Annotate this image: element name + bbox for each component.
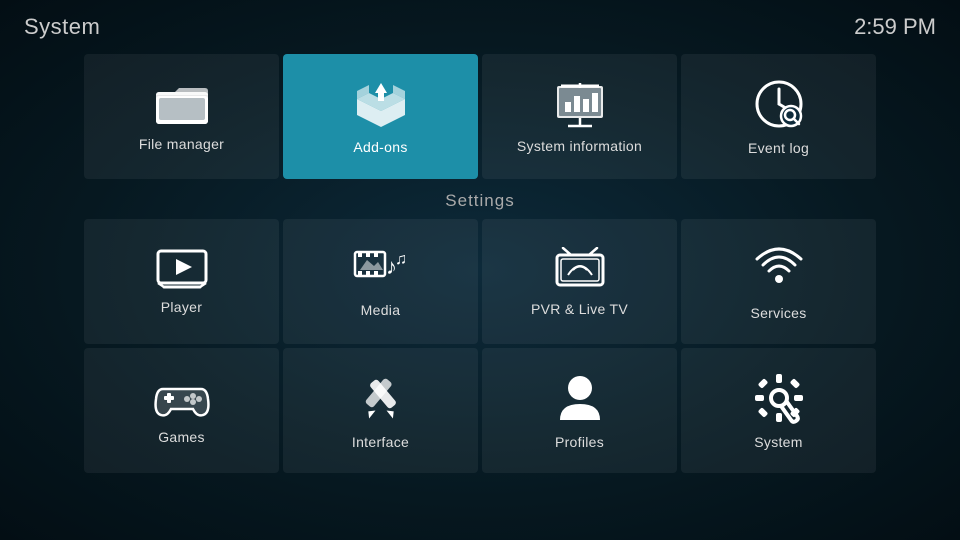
profiles-label: Profiles [555, 434, 604, 450]
event-log-icon [753, 78, 805, 130]
tile-media[interactable]: ♪ ♫ Media [283, 219, 478, 344]
media-icon: ♪ ♫ [353, 246, 409, 292]
player-icon [156, 249, 208, 289]
interface-icon [356, 372, 406, 424]
games-label: Games [158, 429, 205, 445]
system-label: System [754, 434, 802, 450]
tile-file-manager[interactable]: File manager [84, 54, 279, 179]
services-label: Services [750, 305, 806, 321]
event-log-label: Event log [748, 140, 809, 156]
pvr-live-tv-icon [553, 247, 607, 291]
settings-section-label: Settings [0, 191, 960, 211]
tile-event-log[interactable]: Event log [681, 54, 876, 179]
svg-text:♫: ♫ [395, 251, 407, 268]
games-icon [153, 377, 211, 419]
system-information-label: System information [517, 138, 642, 154]
tile-services[interactable]: Services [681, 219, 876, 344]
app-title: System [24, 14, 100, 40]
settings-row-1: Player ♪ ♫ [20, 219, 940, 344]
pvr-live-tv-label: PVR & Live TV [531, 301, 628, 317]
file-manager-label: File manager [139, 136, 224, 152]
system-icon [753, 372, 805, 424]
tile-games[interactable]: Games [84, 348, 279, 473]
tile-profiles[interactable]: Profiles [482, 348, 677, 473]
tile-pvr-live-tv[interactable]: PVR & Live TV [482, 219, 677, 344]
interface-label: Interface [352, 434, 409, 450]
settings-grid: Player ♪ ♫ [0, 219, 960, 473]
clock: 2:59 PM [854, 14, 936, 40]
profiles-icon [557, 372, 603, 424]
header: System 2:59 PM [0, 0, 960, 48]
tile-system-information[interactable]: System information [482, 54, 677, 179]
add-ons-icon [354, 79, 408, 129]
tile-system[interactable]: System [681, 348, 876, 473]
system-information-icon [553, 80, 607, 128]
services-icon [753, 243, 805, 295]
settings-row-2: Games Interface [20, 348, 940, 473]
tile-interface[interactable]: Interface [283, 348, 478, 473]
top-row: File manager Add-ons [0, 54, 960, 179]
tile-player[interactable]: Player [84, 219, 279, 344]
player-label: Player [161, 299, 202, 315]
tile-add-ons[interactable]: Add-ons [283, 54, 478, 179]
media-label: Media [361, 302, 401, 318]
file-manager-icon [155, 82, 209, 126]
add-ons-label: Add-ons [353, 139, 407, 155]
